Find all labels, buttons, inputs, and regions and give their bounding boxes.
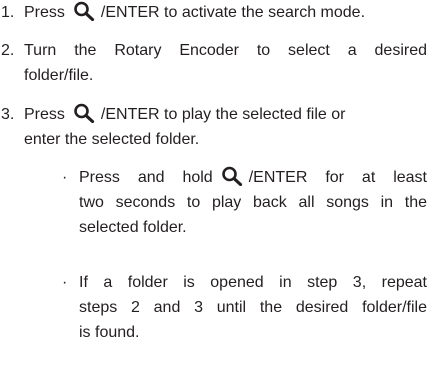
step-text-after-icon: /ENTER to activate the search mode. [100,4,366,21]
step-line: Press/ENTER to activate the search mode. [24,0,427,25]
bullet-line: two seconds to play back all songs in th… [79,194,427,211]
step-text: Press/ENTER to activate the search mode. [24,0,427,25]
step-text: Press/ENTER to play the selected file or… [24,102,427,152]
bullet-line: Press and hold/ENTER for at least [79,165,427,190]
search-icon [74,1,95,21]
instruction-list: 1. Press/ENTER to activate the search mo… [0,0,429,368]
step-text-after-icon: /ENTER to play the selected file or [100,106,346,123]
bullet-text-after-icon: /ENTER for at least [248,169,428,186]
bullet-line: is found. [79,324,140,341]
bullet-line: steps 2 and 3 until the desired folder/f… [79,299,427,316]
step-number: 2. [1,42,15,59]
search-icon [74,103,95,123]
step-text-before-icon: Press [24,106,65,123]
bullet-text: Press and hold/ENTER for at least two se… [79,165,427,240]
bullet-mark: · [62,274,68,291]
bullet-mark: · [62,169,68,186]
step-line: enter the selected folder. [24,131,200,148]
bullet-text: If a folder is opened in step 3, repeat … [79,270,427,345]
search-icon [221,166,242,186]
step-line: folder/file. [24,67,94,84]
step-text-before-icon: Press [24,4,65,21]
step-text: Turn the Rotary Encoder to select a desi… [24,38,427,88]
bullet-line: selected folder. [79,219,187,236]
step-line: Press/ENTER to play the selected file or [24,102,427,127]
bullet-line: If a folder is opened in step 3, repeat [79,274,427,291]
step-number: 3. [1,106,15,123]
bullet-text-before-icon: Press and hold [79,169,213,186]
step-number: 1. [1,4,15,21]
step-line: Turn the Rotary Encoder to select a desi… [24,42,427,59]
